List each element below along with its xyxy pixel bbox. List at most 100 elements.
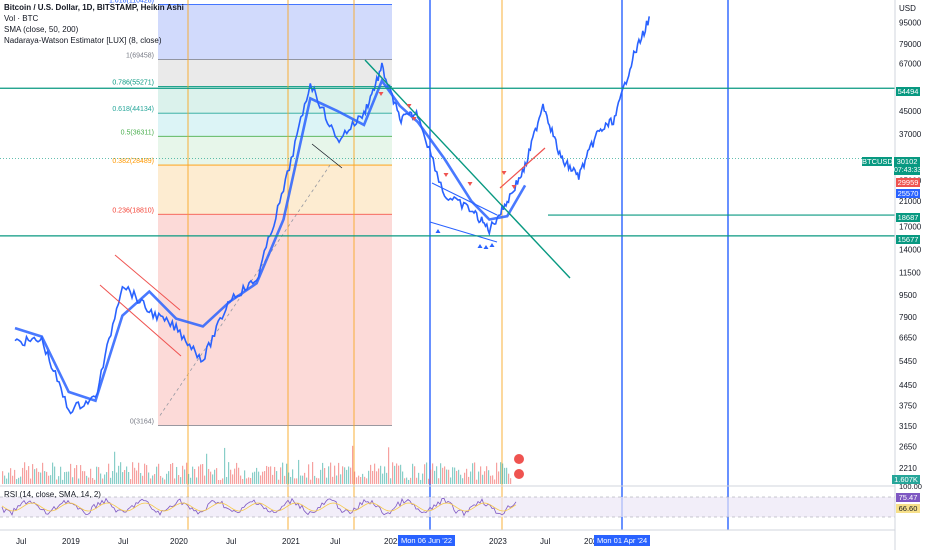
volume-bar [216, 468, 218, 484]
volume-bar [470, 471, 472, 484]
fib-band-786 [158, 86, 392, 114]
fib-label-3: 0.618(44134) [112, 106, 154, 113]
volume-bar [112, 471, 114, 484]
volume-bar [396, 463, 398, 484]
volume-bar [242, 478, 244, 484]
volume-bar [224, 447, 226, 484]
symbol-badge[interactable]: BTCUSD [862, 157, 893, 166]
volume-bar [498, 471, 500, 484]
volume-bar [70, 463, 72, 484]
volume-bar [156, 466, 158, 484]
volume-bar [50, 475, 52, 484]
volume-bar [352, 445, 354, 484]
volume-bar [106, 472, 108, 484]
level-15677-badge[interactable]: 15677 [896, 235, 920, 244]
legend-nadaraya[interactable]: Nadaraya-Watson Estimator [LUX] (8, clos… [4, 35, 184, 46]
volume-bar [386, 472, 388, 484]
volume-bar [150, 478, 152, 484]
price-tick-label: 2650 [899, 442, 917, 451]
current-price-badge[interactable]: 30102 [894, 157, 920, 166]
volume-bar [14, 469, 16, 484]
volume-bar [276, 471, 278, 484]
volume-bar [172, 462, 174, 484]
volume-bar [6, 478, 8, 484]
volume-bar [36, 468, 38, 484]
time-tick-label: 2021 [282, 537, 300, 546]
volume-bar [252, 472, 254, 484]
volume-bar [372, 470, 374, 484]
legend-volume[interactable]: Vol · BTC [4, 13, 184, 24]
volume-bar [130, 479, 132, 484]
volume-bar [426, 462, 428, 484]
volume-bar [250, 477, 252, 484]
fib-label-2: 0.786(55271) [112, 80, 154, 87]
volume-bar [52, 462, 54, 484]
volume-bar [264, 471, 266, 484]
level-18687-badge[interactable]: 18687 [896, 213, 920, 222]
price-tick-label: 21000 [899, 197, 922, 206]
volume-bar [456, 470, 458, 484]
volume-bar [178, 475, 180, 484]
volume-bar [26, 470, 28, 484]
volume-bar [494, 479, 496, 484]
volume-bar [322, 462, 324, 484]
volume-bar [76, 465, 78, 484]
price-tick-label: 79000 [899, 40, 922, 49]
volume-bar [86, 475, 88, 484]
volume-bar [356, 477, 358, 484]
volume-bar [16, 479, 18, 484]
price-chart[interactable]: 1.618(110428)1(69458)0.786(55271)0.618(4… [0, 0, 932, 550]
earnings-icon [514, 454, 524, 464]
volume-bar [332, 476, 334, 484]
volume-bar [330, 462, 332, 484]
volume-bar [346, 469, 348, 484]
volume-bar [316, 477, 318, 484]
volume-bar [376, 471, 378, 484]
volume-bar [388, 447, 390, 484]
rsi-legend[interactable]: RSI (14, close, SMA, 14, 2) [4, 490, 101, 499]
volume-bar [418, 472, 420, 484]
volume-bar [300, 475, 302, 484]
volume-bar [116, 472, 118, 484]
fib-label-1: 1(69458) [126, 52, 154, 59]
price-tick-label: 17000 [899, 222, 922, 231]
volume-bar [472, 463, 474, 484]
volume-bar [166, 473, 168, 484]
volume-bar [314, 475, 316, 484]
volume-bar [144, 463, 146, 484]
volume-bar [284, 475, 286, 484]
volume-bar [408, 479, 410, 484]
level-54494-badge[interactable]: 54494 [896, 87, 920, 96]
volume-bar [446, 469, 448, 484]
price-tick-label: 3750 [899, 401, 917, 410]
price-tick-label: 37000 [899, 130, 922, 139]
volume-bar [102, 478, 104, 484]
volume-bar [72, 477, 74, 484]
volume-bar [338, 462, 340, 484]
volume-bar [90, 468, 92, 484]
volume-bar [54, 466, 56, 484]
fib-band-1 [158, 59, 392, 87]
volume-bar [410, 477, 412, 484]
price-tick-label: 45000 [899, 107, 922, 116]
volume-bar [164, 479, 166, 484]
volume-bar [476, 479, 478, 484]
legend-sma[interactable]: SMA (close, 50, 200) [4, 24, 184, 35]
volume-bar [64, 472, 66, 484]
volume-bar [292, 469, 294, 484]
volume-bar [194, 469, 196, 484]
volume-bar [266, 465, 268, 484]
volume-bar [460, 474, 462, 484]
volume-bar [114, 451, 116, 484]
volume-bar [48, 475, 50, 484]
volume-bar [254, 471, 256, 484]
volume-bar [42, 462, 44, 484]
volume-bar [88, 477, 90, 484]
legend-title[interactable]: Bitcoin / U.S. Dollar, 1D, BITSTAMP, Hei… [4, 2, 184, 13]
volume-bar [142, 475, 144, 484]
volume-bar [450, 477, 452, 484]
volume-bar [394, 465, 396, 484]
volume-bar [368, 470, 370, 484]
volume-bar [334, 465, 336, 484]
volume-bar [202, 464, 204, 484]
